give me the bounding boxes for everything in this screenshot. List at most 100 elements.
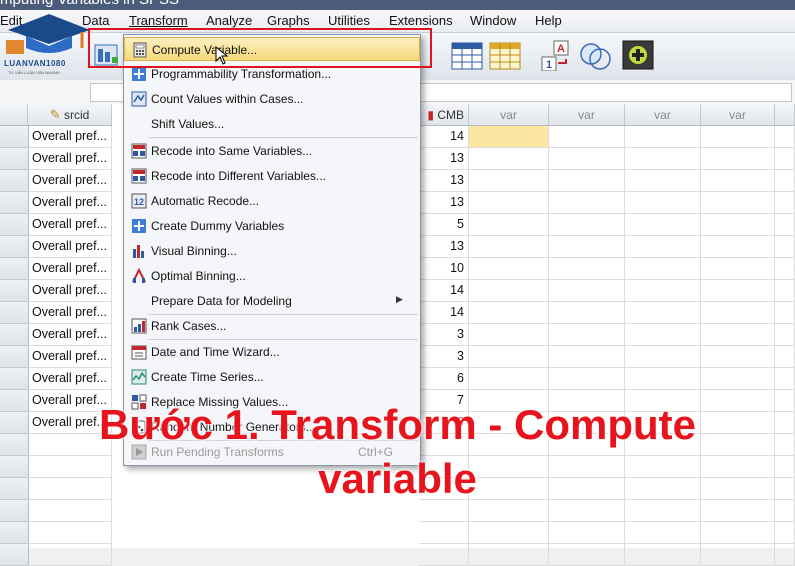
cell-var-1[interactable] <box>469 126 549 148</box>
cell-cmb[interactable]: 6 <box>419 368 469 390</box>
menu-help[interactable]: Help <box>535 13 562 28</box>
cell-var-4[interactable] <box>701 324 775 346</box>
cell-var-2[interactable] <box>549 236 625 258</box>
cell-srcid[interactable]: Overall pref... <box>28 324 112 346</box>
menu-item-create-dummy[interactable]: Create Dummy Variables <box>124 214 420 238</box>
menu-window[interactable]: Window <box>470 13 516 28</box>
cell-var-3[interactable] <box>625 302 701 324</box>
menu-transform[interactable]: Transform <box>129 13 188 28</box>
cell-srcid[interactable]: Overall pref... <box>28 148 112 170</box>
add-extension-icon[interactable] <box>621 39 655 71</box>
row-header[interactable] <box>0 544 29 566</box>
cell-extra[interactable] <box>775 148 795 170</box>
cell-srcid[interactable]: Overall pref... <box>28 192 112 214</box>
cell-srcid[interactable] <box>28 522 112 544</box>
cell-var-4[interactable] <box>701 368 775 390</box>
cell-var-3[interactable] <box>625 214 701 236</box>
split-table-icon[interactable] <box>488 39 522 71</box>
menu-item-recode-same[interactable]: Recode into Same Variables... <box>124 139 420 163</box>
value-labels-icon[interactable]: A 1 <box>540 39 574 71</box>
cell-var-3[interactable] <box>625 368 701 390</box>
row-header[interactable] <box>0 170 29 192</box>
menu-item-count-values[interactable]: Count Values within Cases... <box>124 87 420 111</box>
cell-var-2[interactable] <box>549 368 625 390</box>
column-header-srcid[interactable]: ✎ srcid <box>28 104 112 126</box>
cell-var-1[interactable] <box>469 522 549 544</box>
menu-item-rank-cases[interactable]: Rank Cases... <box>124 314 420 338</box>
menu-item-visual-binning[interactable]: Visual Binning... <box>124 239 420 263</box>
menu-item-prepare-data[interactable]: Prepare Data for Modeling ▶ <box>124 289 420 313</box>
cell-srcid[interactable]: Overall pref... <box>28 170 112 192</box>
cell-var-1[interactable] <box>469 368 549 390</box>
cell-var-3[interactable] <box>625 192 701 214</box>
cell-srcid[interactable] <box>28 544 112 566</box>
row-header[interactable] <box>0 126 29 148</box>
cell-var-1[interactable] <box>469 346 549 368</box>
cell-var-1[interactable] <box>469 258 549 280</box>
column-header-var-1[interactable]: var <box>469 104 549 126</box>
cell-extra[interactable] <box>775 214 795 236</box>
cell-srcid[interactable]: Overall pref... <box>28 302 112 324</box>
menu-item-create-time-series[interactable]: Create Time Series... <box>124 365 420 389</box>
menu-utilities[interactable]: Utilities <box>328 13 370 28</box>
column-header-var-3[interactable]: var <box>625 104 701 126</box>
row-header[interactable] <box>0 258 29 280</box>
cell-var-1[interactable] <box>469 170 549 192</box>
cell-cmb[interactable]: 3 <box>419 346 469 368</box>
menu-item-date-time-wizard[interactable]: Date and Time Wizard... <box>124 340 420 364</box>
row-header[interactable] <box>0 346 29 368</box>
cell-cmb[interactable]: 14 <box>419 280 469 302</box>
cell-cmb[interactable] <box>419 544 469 566</box>
cell-var-2[interactable] <box>549 544 625 566</box>
cell-srcid[interactable]: Overall pref... <box>28 236 112 258</box>
cell-srcid[interactable]: Overall pref... <box>28 214 112 236</box>
cell-var-3[interactable] <box>625 236 701 258</box>
cell-var-4[interactable] <box>701 192 775 214</box>
cell-cmb[interactable] <box>419 522 469 544</box>
menu-item-shift-values[interactable]: Shift Values... <box>124 112 420 136</box>
menu-item-optimal-binning[interactable]: Optimal Binning... <box>124 264 420 288</box>
cell-var-3[interactable] <box>625 544 701 566</box>
menu-extensions[interactable]: Extensions <box>389 13 453 28</box>
cell-cmb[interactable]: 13 <box>419 236 469 258</box>
cell-var-4[interactable] <box>701 214 775 236</box>
column-header-var-2[interactable]: var <box>549 104 625 126</box>
cell-var-1[interactable] <box>469 236 549 258</box>
cell-extra[interactable] <box>775 368 795 390</box>
row-header[interactable] <box>0 192 29 214</box>
menu-item-recode-different[interactable]: Recode into Different Variables... <box>124 164 420 188</box>
row-header[interactable] <box>0 302 29 324</box>
cell-srcid[interactable]: Overall pref... <box>28 258 112 280</box>
cell-extra[interactable] <box>775 324 795 346</box>
cell-var-2[interactable] <box>549 258 625 280</box>
column-header-cmb[interactable]: ▮ CMB <box>419 104 469 126</box>
cell-var-1[interactable] <box>469 214 549 236</box>
cell-var-3[interactable] <box>625 148 701 170</box>
cell-var-3[interactable] <box>625 126 701 148</box>
cell-var-2[interactable] <box>549 214 625 236</box>
cell-var-1[interactable] <box>469 280 549 302</box>
row-header[interactable] <box>0 280 29 302</box>
menu-item-automatic-recode[interactable]: 12 Automatic Recode... <box>124 189 420 213</box>
cell-cmb[interactable]: 10 <box>419 258 469 280</box>
cell-var-4[interactable] <box>701 170 775 192</box>
cell-var-3[interactable] <box>625 346 701 368</box>
menu-analyze[interactable]: Analyze <box>206 13 252 28</box>
cell-var-1[interactable] <box>469 324 549 346</box>
row-header[interactable] <box>0 368 29 390</box>
cell-var-1[interactable] <box>469 148 549 170</box>
cell-extra[interactable] <box>775 170 795 192</box>
row-header[interactable] <box>0 522 29 544</box>
cell-var-2[interactable] <box>549 148 625 170</box>
cell-cmb[interactable]: 13 <box>419 192 469 214</box>
cell-var-2[interactable] <box>549 280 625 302</box>
cell-extra[interactable] <box>775 126 795 148</box>
cell-var-3[interactable] <box>625 522 701 544</box>
cell-var-4[interactable] <box>701 148 775 170</box>
column-header-var-4[interactable]: var <box>701 104 775 126</box>
cell-var-2[interactable] <box>549 324 625 346</box>
cell-var-3[interactable] <box>625 280 701 302</box>
cell-var-2[interactable] <box>549 126 625 148</box>
cell-var-4[interactable] <box>701 280 775 302</box>
cell-var-2[interactable] <box>549 302 625 324</box>
